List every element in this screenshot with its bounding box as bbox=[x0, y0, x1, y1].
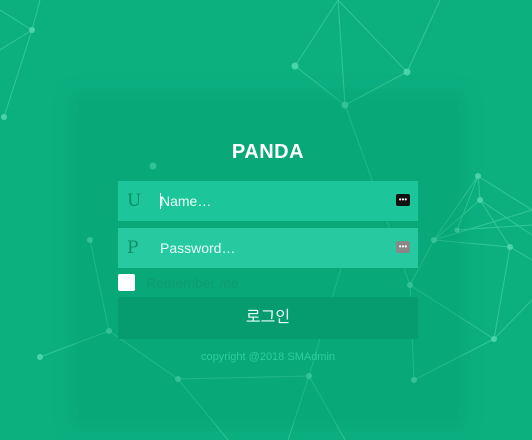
password-input[interactable] bbox=[160, 228, 380, 268]
key-icon[interactable]: ••• bbox=[396, 194, 410, 206]
remember-label: Remember me bbox=[146, 275, 239, 291]
username-input[interactable] bbox=[160, 181, 380, 221]
username-prefix-icon: U bbox=[127, 191, 142, 211]
remember-checkbox[interactable] bbox=[118, 274, 135, 291]
key-icon[interactable]: ••• bbox=[396, 241, 410, 253]
text-caret bbox=[160, 193, 161, 209]
app-title: PANDA bbox=[231, 141, 305, 163]
copyright-text: copyright @2018 SMAdmin bbox=[200, 351, 336, 363]
password-field[interactable]: P ••• bbox=[118, 228, 418, 268]
login-button[interactable]: 로그인 bbox=[118, 297, 418, 339]
password-prefix-icon: P bbox=[127, 238, 139, 258]
username-field[interactable]: U ••• bbox=[118, 181, 418, 221]
